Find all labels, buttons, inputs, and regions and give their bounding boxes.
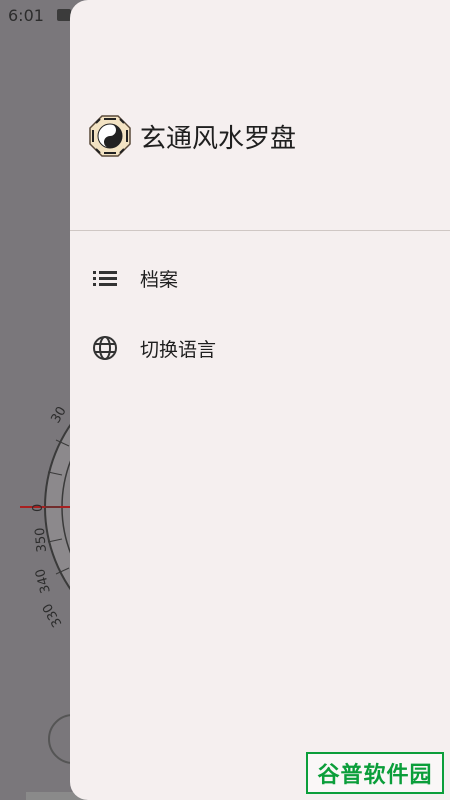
list-icon — [92, 265, 118, 291]
compass-number: 30 — [48, 404, 69, 426]
status-time: 6:01 — [8, 6, 44, 25]
drawer-header: 玄通风水罗盘 — [70, 0, 450, 231]
menu-item-archive[interactable]: 档案 — [70, 250, 450, 306]
menu-item-label: 档案 — [140, 268, 179, 291]
compass-number: 0 — [31, 504, 46, 512]
compass-number: 330 — [40, 600, 65, 629]
yin-yang-bagua-icon — [89, 115, 131, 157]
app-title: 玄通风水罗盘 — [140, 124, 297, 154]
menu-item-label: 切换语言 — [140, 338, 217, 361]
compass-number: 350 — [33, 527, 50, 553]
compass-number: 340 — [33, 567, 54, 595]
image-icon — [57, 9, 71, 21]
watermark: 谷普软件园 — [306, 752, 444, 794]
menu-item-switch-language[interactable]: 切换语言 — [70, 320, 450, 376]
screen: 30 0 350 340 330 广告 6:01 — [0, 0, 450, 800]
globe-icon — [92, 335, 118, 361]
navigation-drawer: 玄通风水罗盘 档案 切换语言 — [70, 0, 450, 800]
